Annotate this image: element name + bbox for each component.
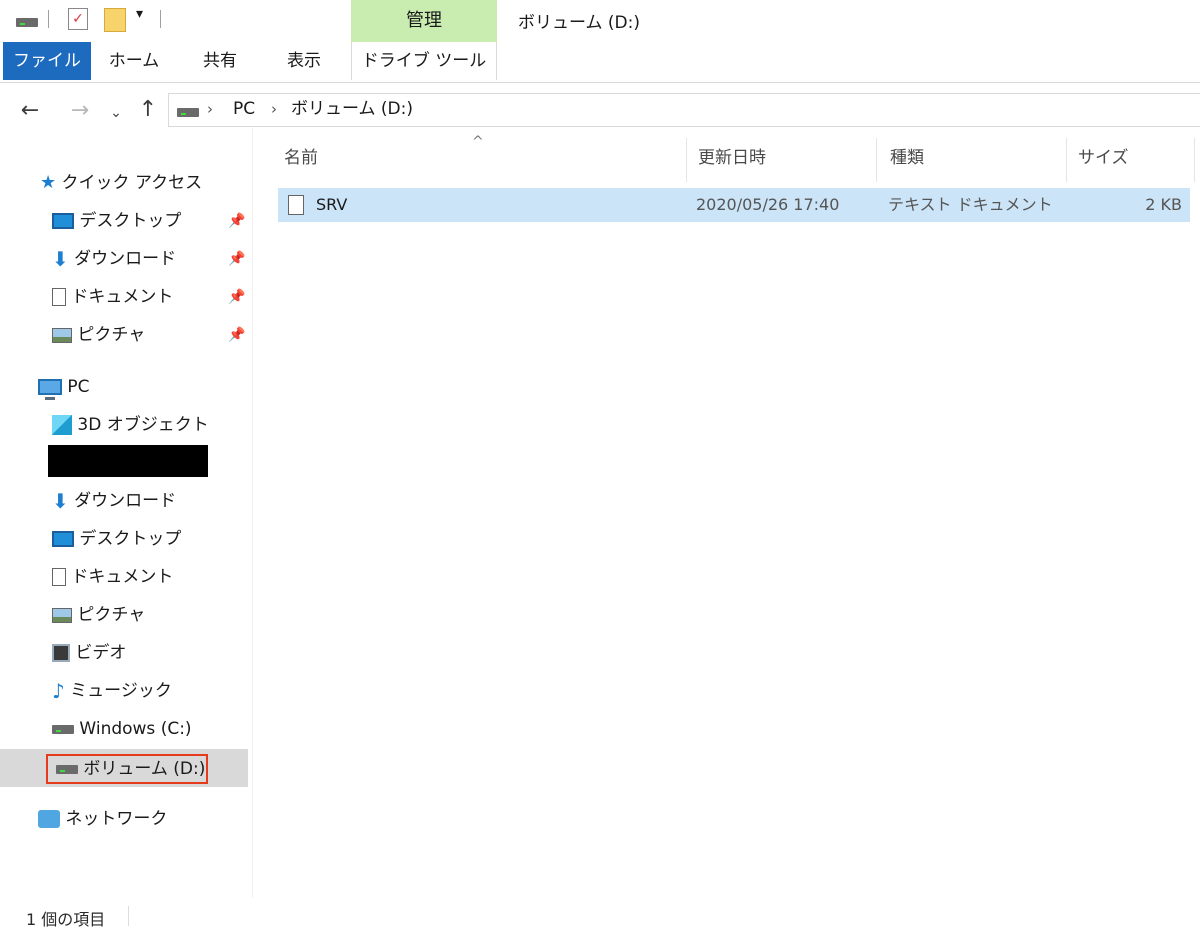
up-arrow-icon[interactable]: ↑ <box>138 99 158 121</box>
nav-pc-videos[interactable]: ビデオ <box>52 634 126 672</box>
tab-file[interactable]: ファイル <box>3 42 91 80</box>
window-title: ボリューム (D:) <box>518 13 640 33</box>
nav-network[interactable]: ネットワーク <box>38 800 167 838</box>
title-bar: ✓ ▾ 管理 ボリューム (D:) <box>0 0 1200 42</box>
sort-arrow-icon[interactable]: ^ <box>472 134 484 150</box>
back-arrow-icon[interactable]: ← <box>18 100 42 122</box>
navigation-pane: ★ クイック アクセス デスクトップ 📌 ⬇ ダウンロード 📌 ドキュメント 📌… <box>0 128 250 898</box>
column-header-size[interactable]: サイズ <box>1078 143 1129 173</box>
file-modified: 2020/05/26 17:40 <box>696 195 840 214</box>
table-row[interactable]: SRV 2020/05/26 17:40 テキスト ドキュメント 2 KB <box>278 188 1190 222</box>
breadcrumb-chevron-icon[interactable]: › <box>271 94 277 124</box>
pin-icon[interactable]: 📌 <box>228 278 245 316</box>
download-arrow-icon: ⬇ <box>52 247 69 271</box>
toolbar-separator <box>48 10 49 28</box>
nav-qa-pictures[interactable]: ピクチャ 📌 <box>52 316 248 354</box>
nav-pc-3d-objects[interactable]: 3D オブジェクト <box>52 406 209 444</box>
nav-pc-volume-d[interactable]: ボリューム (D:) <box>56 750 205 788</box>
nav-qa-documents[interactable]: ドキュメント 📌 <box>52 278 248 316</box>
redacted-item <box>48 445 208 477</box>
nav-qa-downloads[interactable]: ⬇ ダウンロード 📌 <box>52 240 248 278</box>
forward-arrow-icon[interactable]: → <box>68 100 92 122</box>
pin-icon[interactable]: 📌 <box>228 316 245 354</box>
drive-icon <box>16 18 38 27</box>
nav-label: 3D オブジェクト <box>77 415 209 435</box>
nav-pc-music[interactable]: ♪ ミュージック <box>52 672 172 710</box>
column-header-modified[interactable]: 更新日時 <box>698 143 766 173</box>
nav-label: Windows (C:) <box>79 719 192 739</box>
tab-share[interactable]: 共有 <box>186 42 254 80</box>
address-bar[interactable]: › PC › ボリューム (D:) <box>168 93 1200 127</box>
nav-pc-windows-c[interactable]: Windows (C:) <box>52 710 192 748</box>
recent-locations-chevron-icon[interactable]: ⌄ <box>108 102 124 124</box>
3d-objects-icon <box>52 415 72 435</box>
nav-label: ボリューム (D:) <box>83 759 206 779</box>
text-file-icon <box>288 195 304 215</box>
column-separator[interactable] <box>1066 138 1067 182</box>
nav-label: ネットワーク <box>65 809 168 829</box>
nav-qa-desktop[interactable]: デスクトップ 📌 <box>52 202 248 240</box>
nav-pc-pictures[interactable]: ピクチャ <box>52 596 145 634</box>
nav-pc-downloads[interactable]: ⬇ ダウンロード <box>52 482 176 520</box>
file-type: テキスト ドキュメント <box>888 195 1053 214</box>
pin-icon[interactable]: 📌 <box>228 202 245 240</box>
nav-label: ミュージック <box>70 681 172 701</box>
nav-label: PC <box>67 377 90 397</box>
column-separator[interactable] <box>876 138 877 182</box>
nav-label: ドキュメント <box>71 567 174 587</box>
column-header-type[interactable]: 種類 <box>890 143 924 173</box>
context-tab-group-label: 管理 <box>351 0 497 42</box>
status-item-count: 1 個の項目 <box>26 910 106 929</box>
nav-label: ダウンロード <box>74 249 177 269</box>
nav-pc[interactable]: PC <box>38 368 90 406</box>
nav-pc-desktop[interactable]: デスクトップ <box>52 520 181 558</box>
new-folder-icon[interactable] <box>104 8 126 32</box>
network-icon <box>38 810 60 828</box>
breadcrumb-pc[interactable]: PC <box>233 94 255 124</box>
nav-quick-access[interactable]: ★ クイック アクセス <box>40 164 202 202</box>
nav-pc-documents[interactable]: ドキュメント <box>52 558 173 596</box>
drive-icon <box>56 764 78 774</box>
desktop-icon <box>52 531 74 547</box>
nav-label: ピクチャ <box>77 605 146 625</box>
nav-label: ピクチャ <box>77 325 146 345</box>
computer-icon <box>38 379 62 400</box>
column-header-name[interactable]: 名前 <box>284 143 318 173</box>
download-arrow-icon: ⬇ <box>52 489 69 513</box>
column-separator[interactable] <box>686 138 687 182</box>
status-separator <box>128 906 129 926</box>
tab-view[interactable]: 表示 <box>270 42 338 80</box>
nav-label: ビデオ <box>75 643 127 663</box>
star-icon: ★ <box>40 172 57 193</box>
windows-drive-icon <box>52 724 74 734</box>
toolbar-separator <box>160 10 161 28</box>
nav-label: ダウンロード <box>74 491 177 511</box>
tab-home[interactable]: ホーム <box>100 42 168 80</box>
tab-drive-tools[interactable]: ドライブ ツール <box>351 42 497 80</box>
pin-icon[interactable]: 📌 <box>228 240 245 278</box>
file-name[interactable]: SRV <box>316 188 347 222</box>
nav-label: ドキュメント <box>71 287 174 307</box>
pictures-icon <box>52 327 72 343</box>
pictures-icon <box>52 607 72 623</box>
drive-icon <box>177 108 199 117</box>
desktop-icon <box>52 213 74 229</box>
file-size: 2 KB <box>1145 195 1182 214</box>
breadcrumb-chevron-icon[interactable]: › <box>207 94 213 124</box>
music-note-icon: ♪ <box>52 679 65 703</box>
column-separator[interactable] <box>1194 138 1195 182</box>
customize-toolbar-icon[interactable]: ▾ <box>136 6 143 22</box>
nav-label: デスクトップ <box>79 211 182 231</box>
ribbon-divider <box>0 82 1200 83</box>
nav-label: デスクトップ <box>79 529 182 549</box>
video-icon <box>52 644 70 662</box>
document-icon <box>52 288 66 306</box>
nav-label: クイック アクセス <box>61 173 203 193</box>
pane-divider <box>252 128 253 898</box>
breadcrumb-volume-d[interactable]: ボリューム (D:) <box>291 94 413 124</box>
properties-icon[interactable]: ✓ <box>68 8 88 30</box>
document-icon <box>52 568 66 586</box>
